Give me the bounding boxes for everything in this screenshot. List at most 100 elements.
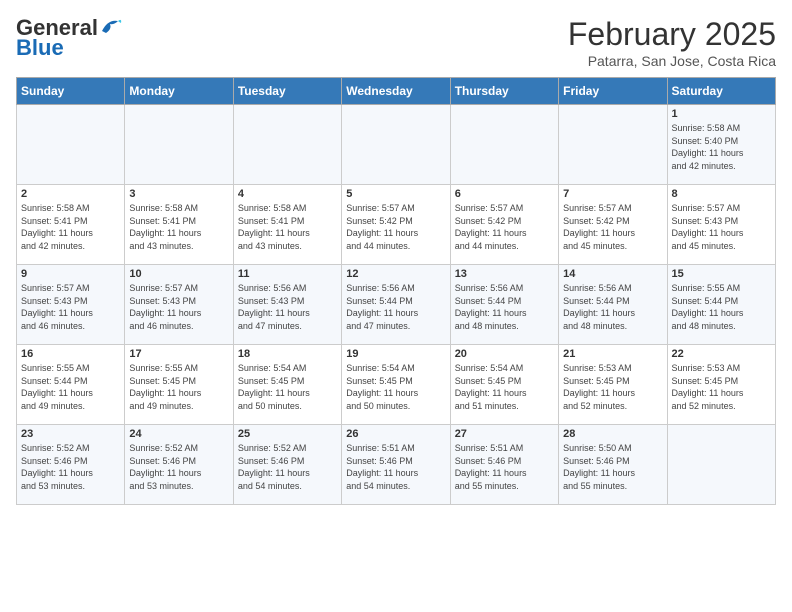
calendar-day-24: 24 Sunrise: 5:52 AM Sunset: 5:46 PM Dayli… [125,425,233,505]
day-number: 28 [563,428,662,440]
calendar-day-28: 28 Sunrise: 5:50 AM Sunset: 5:46 PM Dayli… [559,425,667,505]
day-sun-info: Sunrise: 5:57 AM Sunset: 5:43 PM Dayligh… [129,282,228,332]
day-sun-info: Sunrise: 5:52 AM Sunset: 5:46 PM Dayligh… [238,442,337,492]
calendar-day-22: 22 Sunrise: 5:53 AM Sunset: 5:45 PM Dayli… [667,345,775,425]
day-sun-info: Sunrise: 5:50 AM Sunset: 5:46 PM Dayligh… [563,442,662,492]
calendar-empty-cell [450,105,558,185]
day-number: 23 [21,428,120,440]
day-number: 9 [21,268,120,280]
calendar-day-16: 16 Sunrise: 5:55 AM Sunset: 5:44 PM Dayli… [17,345,125,425]
calendar-empty-cell [17,105,125,185]
day-number: 7 [563,188,662,200]
location-subtitle: Patarra, San Jose, Costa Rica [568,53,776,69]
calendar-table: SundayMondayTuesdayWednesdayThursdayFrid… [16,77,776,505]
calendar-week-row: 9 Sunrise: 5:57 AM Sunset: 5:43 PM Daylig… [17,265,776,345]
day-sun-info: Sunrise: 5:57 AM Sunset: 5:42 PM Dayligh… [346,202,445,252]
logo: General Blue [16,16,122,60]
day-number: 26 [346,428,445,440]
calendar-day-26: 26Sunrise: 5:51 AM Sunset: 5:46 PM Dayli… [342,425,450,505]
calendar-day-25: 25 Sunrise: 5:52 AM Sunset: 5:46 PM Dayli… [233,425,341,505]
day-number: 4 [238,188,337,200]
day-sun-info: Sunrise: 5:56 AM Sunset: 5:43 PM Dayligh… [238,282,337,332]
calendar-empty-cell [125,105,233,185]
day-header-sunday: Sunday [17,78,125,105]
calendar-empty-cell [233,105,341,185]
day-number: 11 [238,268,337,280]
calendar-day-2: 2 Sunrise: 5:58 AM Sunset: 5:41 PM Daylig… [17,185,125,265]
day-sun-info: Sunrise: 5:53 AM Sunset: 5:45 PM Dayligh… [672,362,771,412]
day-sun-info: Sunrise: 5:57 AM Sunset: 5:42 PM Dayligh… [563,202,662,252]
day-number: 1 [672,108,771,120]
day-sun-info: Sunrise: 5:58 AM Sunset: 5:41 PM Dayligh… [129,202,228,252]
day-sun-info: Sunrise: 5:56 AM Sunset: 5:44 PM Dayligh… [455,282,554,332]
day-sun-info: Sunrise: 5:55 AM Sunset: 5:44 PM Dayligh… [21,362,120,412]
calendar-day-11: 11 Sunrise: 5:56 AM Sunset: 5:43 PM Dayli… [233,265,341,345]
day-sun-info: Sunrise: 5:56 AM Sunset: 5:44 PM Dayligh… [346,282,445,332]
calendar-empty-cell [342,105,450,185]
calendar-day-17: 17 Sunrise: 5:55 AM Sunset: 5:45 PM Dayli… [125,345,233,425]
calendar-empty-cell [667,425,775,505]
day-number: 21 [563,348,662,360]
day-sun-info: Sunrise: 5:57 AM Sunset: 5:42 PM Dayligh… [455,202,554,252]
calendar-day-3: 3Sunrise: 5:58 AM Sunset: 5:41 PM Daylig… [125,185,233,265]
calendar-day-8: 8 Sunrise: 5:57 AM Sunset: 5:43 PM Daylig… [667,185,775,265]
day-header-wednesday: Wednesday [342,78,450,105]
calendar-day-20: 20Sunrise: 5:54 AM Sunset: 5:45 PM Dayli… [450,345,558,425]
day-sun-info: Sunrise: 5:56 AM Sunset: 5:44 PM Dayligh… [563,282,662,332]
day-number: 20 [455,348,554,360]
day-header-monday: Monday [125,78,233,105]
day-header-thursday: Thursday [450,78,558,105]
day-number: 27 [455,428,554,440]
day-number: 6 [455,188,554,200]
calendar-day-1: 1Sunrise: 5:58 AM Sunset: 5:40 PM Daylig… [667,105,775,185]
day-number: 2 [21,188,120,200]
day-number: 16 [21,348,120,360]
calendar-day-27: 27 Sunrise: 5:51 AM Sunset: 5:46 PM Dayli… [450,425,558,505]
day-sun-info: Sunrise: 5:57 AM Sunset: 5:43 PM Dayligh… [672,202,771,252]
day-sun-info: Sunrise: 5:57 AM Sunset: 5:43 PM Dayligh… [21,282,120,332]
calendar-empty-cell [559,105,667,185]
day-number: 5 [346,188,445,200]
day-number: 22 [672,348,771,360]
calendar-day-21: 21 Sunrise: 5:53 AM Sunset: 5:45 PM Dayli… [559,345,667,425]
calendar-day-12: 12 Sunrise: 5:56 AM Sunset: 5:44 PM Dayli… [342,265,450,345]
calendar-day-6: 6 Sunrise: 5:57 AM Sunset: 5:42 PM Daylig… [450,185,558,265]
day-number: 15 [672,268,771,280]
calendar-week-row: 16 Sunrise: 5:55 AM Sunset: 5:44 PM Dayli… [17,345,776,425]
day-sun-info: Sunrise: 5:53 AM Sunset: 5:45 PM Dayligh… [563,362,662,412]
calendar-day-10: 10 Sunrise: 5:57 AM Sunset: 5:43 PM Dayli… [125,265,233,345]
day-number: 14 [563,268,662,280]
day-number: 24 [129,428,228,440]
calendar-day-14: 14 Sunrise: 5:56 AM Sunset: 5:44 PM Dayli… [559,265,667,345]
day-number: 19 [346,348,445,360]
day-sun-info: Sunrise: 5:52 AM Sunset: 5:46 PM Dayligh… [129,442,228,492]
day-sun-info: Sunrise: 5:51 AM Sunset: 5:46 PM Dayligh… [455,442,554,492]
logo-blue-text: Blue [16,36,64,60]
day-sun-info: Sunrise: 5:58 AM Sunset: 5:41 PM Dayligh… [21,202,120,252]
title-section: February 2025 Patarra, San Jose, Costa R… [568,16,776,69]
calendar-header-row: SundayMondayTuesdayWednesdayThursdayFrid… [17,78,776,105]
day-number: 12 [346,268,445,280]
day-number: 17 [129,348,228,360]
day-sun-info: Sunrise: 5:55 AM Sunset: 5:45 PM Dayligh… [129,362,228,412]
calendar-week-row: 23 Sunrise: 5:52 AM Sunset: 5:46 PM Dayli… [17,425,776,505]
calendar-day-23: 23 Sunrise: 5:52 AM Sunset: 5:46 PM Dayli… [17,425,125,505]
day-number: 10 [129,268,228,280]
day-number: 8 [672,188,771,200]
day-sun-info: Sunrise: 5:58 AM Sunset: 5:41 PM Dayligh… [238,202,337,252]
day-sun-info: Sunrise: 5:52 AM Sunset: 5:46 PM Dayligh… [21,442,120,492]
calendar-day-18: 18Sunrise: 5:54 AM Sunset: 5:45 PM Dayli… [233,345,341,425]
calendar-day-9: 9 Sunrise: 5:57 AM Sunset: 5:43 PM Daylig… [17,265,125,345]
day-header-tuesday: Tuesday [233,78,341,105]
calendar-week-row: 1Sunrise: 5:58 AM Sunset: 5:40 PM Daylig… [17,105,776,185]
calendar-day-5: 5 Sunrise: 5:57 AM Sunset: 5:42 PM Daylig… [342,185,450,265]
day-sun-info: Sunrise: 5:55 AM Sunset: 5:44 PM Dayligh… [672,282,771,332]
day-sun-info: Sunrise: 5:54 AM Sunset: 5:45 PM Dayligh… [346,362,445,412]
calendar-day-4: 4 Sunrise: 5:58 AM Sunset: 5:41 PM Daylig… [233,185,341,265]
calendar-day-15: 15 Sunrise: 5:55 AM Sunset: 5:44 PM Dayli… [667,265,775,345]
day-number: 25 [238,428,337,440]
day-number: 18 [238,348,337,360]
logo-bird-icon [100,17,122,35]
page-header: General Blue February 2025 Patarra, San … [16,16,776,69]
month-title: February 2025 [568,16,776,53]
